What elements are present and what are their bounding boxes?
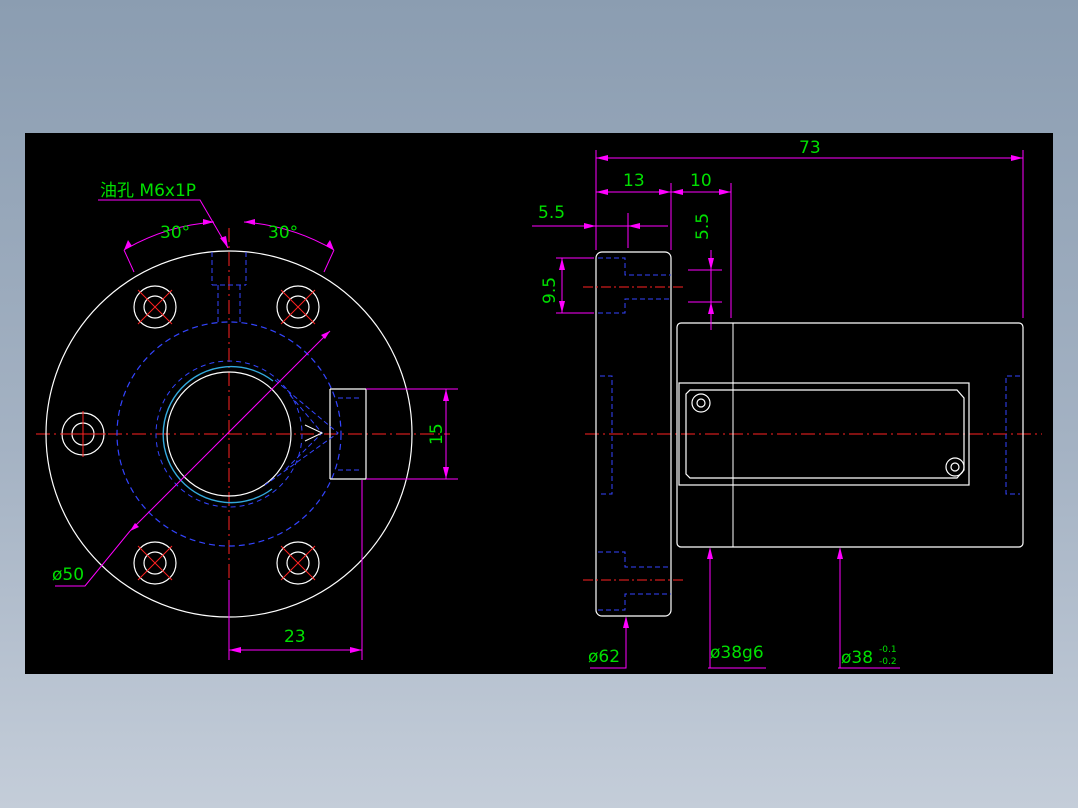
angle-right-label: 30° <box>268 223 298 243</box>
angle-left-label: 30° <box>160 223 190 243</box>
side-flat-hidden <box>264 379 360 486</box>
nut-body <box>676 322 1024 548</box>
front-dimension-arrows <box>124 219 449 653</box>
dim-5-5-vertical-label: 5.5 <box>693 213 713 240</box>
front-view: 油孔 M6x1P 30° 30° ø50 23 15 <box>36 181 458 660</box>
side-dimension-lines <box>532 150 1024 669</box>
dim-23-label: 23 <box>284 627 306 647</box>
dim-5-5-left-label: 5.5 <box>538 203 565 223</box>
dim-15-label: 15 <box>427 423 447 445</box>
front-center-lines <box>36 228 450 628</box>
dia-38g6-label: ø38g6 <box>710 643 764 663</box>
front-dimension-lines <box>55 199 458 660</box>
dia-38-tol-label: ø38 <box>841 648 873 668</box>
oil-hole-tip <box>304 424 324 442</box>
cad-drawing-canvas[interactable]: 油孔 M6x1P 30° 30° ø50 23 15 73 13 10 5.5 … <box>25 133 1053 674</box>
bolt-hole-center-marks <box>60 289 316 581</box>
oil-hole-label: 油孔 M6x1P <box>100 181 196 201</box>
side-dimension-arrows <box>559 155 1023 628</box>
dim-9-5-label: 9.5 <box>540 277 560 304</box>
dim-73-label: 73 <box>799 138 821 158</box>
dia-62-label: ø62 <box>588 647 620 667</box>
dim-13-label: 13 <box>623 171 645 191</box>
dia-bolt-circle-label: ø50 <box>52 565 84 585</box>
thread-arc <box>162 365 274 504</box>
dim-10-label: 10 <box>690 171 712 191</box>
tol-upper-label: -0.1 <box>879 645 897 655</box>
tol-lower-label: -0.2 <box>879 657 897 667</box>
side-view: 73 13 10 5.5 5.5 9.5 ø62 ø38g6 ø38 -0.1 … <box>532 138 1042 669</box>
